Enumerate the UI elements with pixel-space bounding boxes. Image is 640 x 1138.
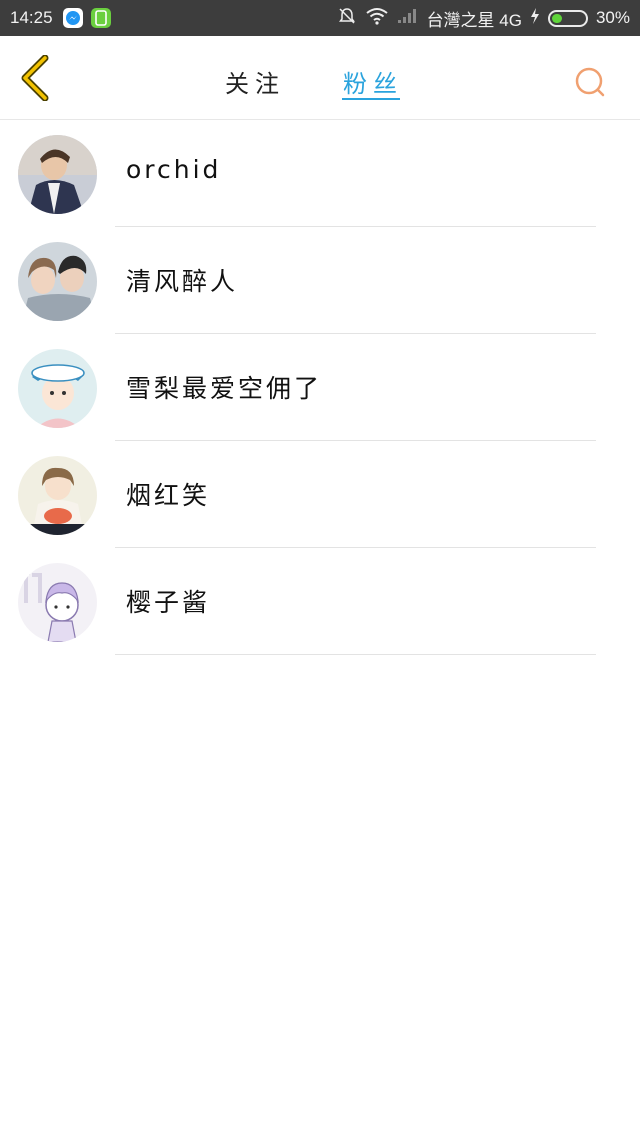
avatar[interactable]: [18, 135, 97, 214]
list-item[interactable]: 烟红笑: [0, 442, 640, 549]
battery-percent: 30%: [595, 8, 630, 27]
avatar[interactable]: [18, 456, 97, 535]
top-nav-bar: 关注 粉丝: [0, 36, 640, 120]
fan-name: orchid: [126, 155, 222, 184]
status-bar: 14:25 台灣之星 4G 30%: [0, 0, 640, 36]
tab-fans[interactable]: 粉丝: [343, 64, 403, 99]
active-tab-indicator: [342, 98, 400, 100]
divider: [115, 333, 596, 334]
divider: [115, 547, 596, 548]
fan-name: 樱子酱: [126, 588, 211, 617]
list-item[interactable]: orchid: [0, 121, 640, 228]
signal-icon: [397, 8, 419, 29]
messenger-icon: [62, 8, 83, 28]
fan-name: 清风醉人: [126, 267, 239, 296]
avatar[interactable]: [18, 242, 97, 321]
divider: [115, 440, 596, 441]
mute-icon: [337, 6, 357, 31]
charging-icon: [530, 7, 540, 29]
fans-list: orchid 清风醉人 雪梨最爱空佣了 烟红笑 樱子酱: [0, 121, 640, 656]
avatar[interactable]: [18, 563, 97, 642]
fan-name: 烟红笑: [126, 481, 211, 510]
tab-following[interactable]: 关注: [225, 64, 285, 99]
battery-icon: [547, 9, 588, 27]
carrier-label: 台灣之星 4G: [426, 10, 522, 30]
list-item[interactable]: 清风醉人: [0, 228, 640, 335]
list-item[interactable]: 雪梨最爱空佣了: [0, 335, 640, 442]
avatar[interactable]: [18, 349, 97, 428]
list-item[interactable]: 樱子酱: [0, 549, 640, 656]
status-time: 14:25: [10, 8, 53, 27]
wifi-icon: [365, 7, 389, 30]
phone-app-icon: [90, 8, 111, 28]
fan-name: 雪梨最爱空佣了: [126, 374, 323, 403]
divider: [115, 654, 596, 655]
search-button[interactable]: [570, 62, 610, 102]
divider: [115, 226, 596, 227]
tab-bar: 关注 粉丝: [0, 36, 640, 120]
search-icon: [575, 67, 605, 97]
